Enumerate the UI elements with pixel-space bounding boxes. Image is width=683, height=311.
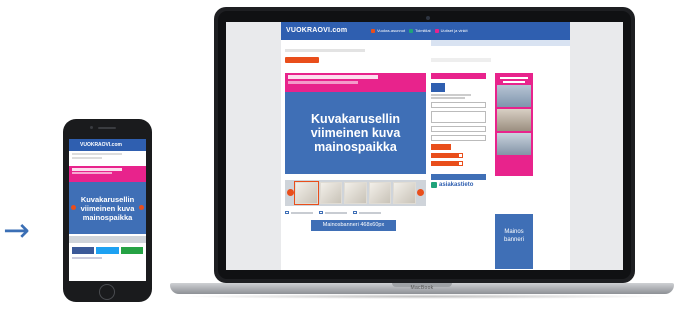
mobile-listing-title <box>72 168 122 171</box>
ad-image <box>497 109 531 131</box>
mobile-thumbnail-strip <box>69 236 146 243</box>
mobile-carousel-ad-text: Kuvakarusellin viimeinen kuva mainospaik… <box>80 194 135 222</box>
mobile-header: VUOKRAOVI.com <box>69 139 146 151</box>
contact-field[interactable] <box>431 126 486 132</box>
nav-dot-icon <box>409 28 414 33</box>
share-button-twitter[interactable] <box>96 247 119 254</box>
sidebar-header <box>431 73 486 79</box>
sub-header-bar <box>431 40 570 46</box>
contact-field[interactable] <box>431 135 486 141</box>
mobile-footer-row <box>69 254 146 262</box>
sidebar-link-button[interactable] <box>431 161 463 166</box>
ad-image <box>497 133 531 155</box>
listing-subtitle <box>288 81 358 84</box>
thumbnail[interactable] <box>294 181 319 205</box>
image-carousel[interactable]: Kuvakarusellin viimeinen kuva mainospaik… <box>285 92 426 174</box>
sidebar-link-button[interactable] <box>431 153 463 158</box>
nav-item-uutiset[interactable]: Uutiset ja vinkit <box>434 28 468 33</box>
next-arrow-icon[interactable] <box>139 205 144 210</box>
sort-controls[interactable] <box>431 58 491 62</box>
chevron-icon <box>459 162 462 165</box>
action-icon <box>285 211 289 214</box>
main-nav: Vuokra-asunnot Toimitilat Uutiset ja vin… <box>371 28 468 33</box>
skyscraper-ad[interactable] <box>495 73 533 176</box>
camera-icon <box>426 16 430 20</box>
product-mockup: → → VUOKRAOVI.com Vuokra-asunnot Toimiti… <box>0 0 683 311</box>
phone-screen: VUOKRAOVI.com Kuvakarusellin viimeinen k… <box>69 139 146 281</box>
laptop-brand: MacBook <box>410 285 434 291</box>
next-arrow-icon[interactable] <box>417 189 424 196</box>
prev-arrow-icon[interactable] <box>287 189 294 196</box>
contact-sidebar: asiakastieto <box>431 73 486 188</box>
mobile-breadcrumb <box>69 151 146 161</box>
breadcrumb <box>285 49 365 52</box>
thumbnail[interactable] <box>344 182 367 204</box>
share-buttons <box>69 243 146 254</box>
ad-column: Mainos banneri <box>495 73 533 269</box>
sidebar-blue-bar <box>431 174 486 180</box>
site-header: VUOKRAOVI.com Vuokra-asunnot Toimitilat … <box>281 22 570 40</box>
action-icon <box>319 211 323 214</box>
nav-item-toimitilat[interactable]: Toimitilat <box>409 28 431 33</box>
home-button[interactable] <box>99 284 115 300</box>
share-button-whatsapp[interactable] <box>120 247 143 254</box>
nav-label: Uutiset ja vinkit <box>440 28 468 33</box>
contact-field[interactable] <box>431 102 486 108</box>
contact-field[interactable] <box>431 111 486 123</box>
carousel-ad-text: Kuvakarusellin viimeinen kuva mainospaik… <box>310 112 401 154</box>
mobile-logo[interactable]: VUOKRAOVI.com <box>80 142 122 148</box>
arrow-right-icon: → <box>3 211 30 249</box>
send-button[interactable] <box>431 144 451 150</box>
side-banner-ad[interactable]: Mainos banneri <box>495 214 533 269</box>
mobile-listing-subtitle <box>72 172 112 174</box>
thumbnail[interactable] <box>393 182 416 204</box>
share-button-facebook[interactable] <box>72 247 95 254</box>
thumbnail-strip <box>285 180 426 206</box>
action-item[interactable] <box>285 211 313 214</box>
asiakastieto-logo: asiakastieto <box>431 182 486 188</box>
nav-label: Toimitilat <box>415 28 431 33</box>
action-item[interactable] <box>319 211 347 214</box>
ad-title <box>497 77 531 83</box>
smartphone: VUOKRAOVI.com Kuvakarusellin viimeinen k… <box>63 119 152 302</box>
agency-logo <box>431 83 445 92</box>
agency-info <box>431 94 486 99</box>
thumbnail[interactable] <box>368 182 392 204</box>
asiakastieto-label: asiakastieto <box>439 182 474 188</box>
laptop-shadow <box>175 294 670 299</box>
phone-camera-icon <box>90 126 93 129</box>
phone-speaker <box>98 127 116 129</box>
laptop-base: MacBook <box>170 283 674 294</box>
ad-image <box>497 85 531 107</box>
web-page: VUOKRAOVI.com Vuokra-asunnot Toimitilat … <box>281 22 570 270</box>
site-logo[interactable]: VUOKRAOVI.com <box>286 27 347 34</box>
nav-dot-icon <box>371 28 375 33</box>
laptop-screen: VUOKRAOVI.com Vuokra-asunnot Toimitilat … <box>226 22 623 270</box>
nav-dot-icon <box>434 28 439 33</box>
prev-arrow-icon[interactable] <box>71 205 76 210</box>
nav-label: Vuokra-asunnot <box>377 28 406 33</box>
mobile-listing-header <box>69 166 146 182</box>
asiakastieto-icon <box>431 182 437 188</box>
nav-item-vuokra-asunnot[interactable]: Vuokra-asunnot <box>371 28 405 33</box>
listing-actions <box>285 211 381 214</box>
laptop: VUOKRAOVI.com Vuokra-asunnot Toimitilat … <box>214 7 635 283</box>
chevron-icon <box>459 154 462 157</box>
back-button[interactable] <box>285 57 319 63</box>
thumbnail[interactable] <box>319 182 343 204</box>
listing-header <box>285 73 426 92</box>
mobile-image-carousel[interactable]: Kuvakarusellin viimeinen kuva mainospaik… <box>69 182 146 234</box>
banner-ad[interactable]: Mainosbanneri 468x60px <box>311 220 396 231</box>
listing-title <box>288 75 378 79</box>
action-icon <box>353 211 357 214</box>
action-item[interactable] <box>353 211 381 214</box>
